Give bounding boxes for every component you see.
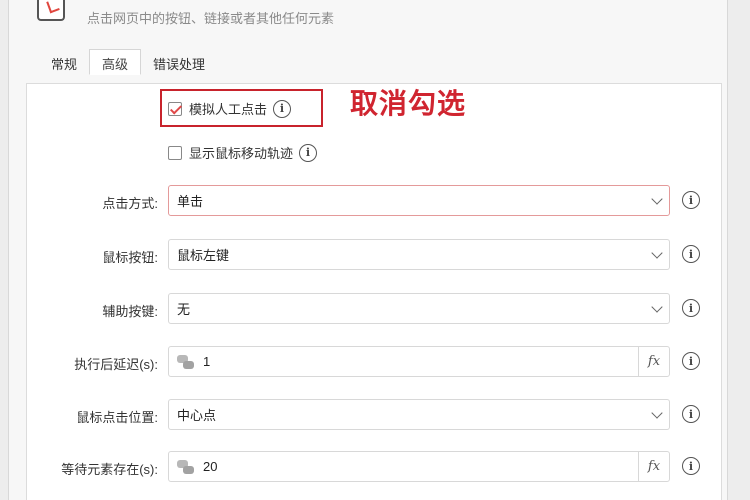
dialog-header: 点击网页中的按钮、链接或者其他任何元素 [9, 0, 727, 37]
chevron-down-icon [651, 193, 663, 205]
info-icon[interactable]: i [682, 405, 700, 423]
info-icon[interactable]: i [682, 299, 700, 317]
modifier-key-value: 无 [177, 302, 191, 317]
chevron-down-icon [651, 407, 663, 419]
mouse-button-label: 鼠标按钮: [102, 250, 158, 265]
tab-general[interactable]: 常规 [39, 50, 89, 76]
click-position-select[interactable]: 中心点 [168, 399, 670, 430]
python-icon [177, 459, 195, 475]
python-icon [177, 354, 195, 370]
click-mode-label: 点击方式: [102, 196, 158, 211]
click-position-value: 中心点 [177, 408, 217, 423]
delay-after-label: 执行后延迟(s): [74, 357, 158, 372]
click-element-icon [37, 0, 65, 21]
info-icon[interactable]: i [299, 143, 318, 162]
delay-after-value: 1 [203, 354, 211, 369]
delay-after-input[interactable]: 1 fx [168, 346, 670, 377]
mouse-button-select[interactable]: 鼠标左键 [168, 239, 670, 270]
click-mode-select[interactable]: 单击 [168, 185, 670, 216]
wait-element-input[interactable]: 20 fx [168, 451, 670, 482]
fx-button[interactable]: fx [638, 452, 669, 481]
info-icon[interactable]: i [682, 457, 700, 475]
advanced-panel [26, 83, 722, 500]
click-mode-value: 单击 [177, 194, 204, 209]
chevron-down-icon [651, 301, 663, 313]
show-trail-label: 显示鼠标移动轨迹 [189, 146, 294, 161]
info-icon[interactable]: i [682, 352, 700, 370]
wait-element-label: 等待元素存在(s): [61, 462, 158, 477]
info-icon[interactable]: i [682, 245, 700, 263]
modifier-key-select[interactable]: 无 [168, 293, 670, 324]
fx-button[interactable]: fx [638, 347, 669, 376]
wait-element-value: 20 [203, 459, 218, 474]
modifier-key-label: 辅助按键: [102, 304, 158, 319]
annotation-text: 取消勾选 [350, 88, 467, 119]
tab-bar: 常规 高级 错误处理 [39, 49, 217, 76]
click-position-label: 鼠标点击位置: [76, 410, 158, 425]
show-trail-checkbox[interactable] [168, 145, 182, 160]
show-trail-option[interactable]: 显示鼠标移动轨迹 i [168, 143, 318, 162]
tab-advanced[interactable]: 高级 [89, 49, 142, 75]
command-description: 点击网页中的按钮、链接或者其他任何元素 [87, 11, 335, 26]
highlight-box [160, 89, 323, 127]
info-icon[interactable]: i [682, 191, 700, 209]
chevron-down-icon [651, 247, 663, 259]
tab-error-handling[interactable]: 错误处理 [141, 50, 217, 76]
mouse-button-value: 鼠标左键 [177, 248, 230, 263]
